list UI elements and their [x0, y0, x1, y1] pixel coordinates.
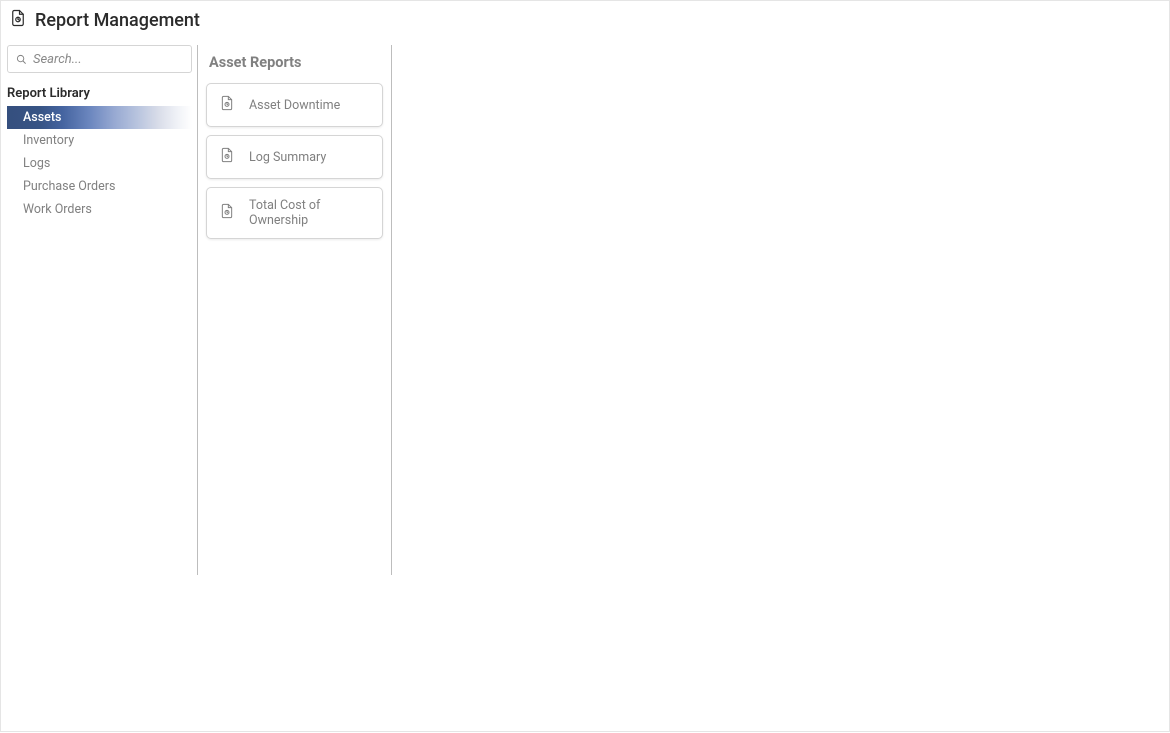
- search-box[interactable]: [7, 45, 192, 73]
- sidebar-section-label: Report Library: [7, 81, 192, 106]
- report-doc-icon: [219, 94, 235, 116]
- search-icon: [16, 50, 27, 69]
- report-card-asset-downtime[interactable]: Asset Downtime: [206, 83, 383, 127]
- search-input[interactable]: [33, 52, 183, 67]
- sidebar-item-assets[interactable]: Assets: [7, 106, 192, 129]
- main-detail-area: [392, 45, 1169, 733]
- page-title: Report Management: [35, 10, 200, 31]
- search-container: [7, 45, 192, 81]
- sidebar-item-purchase-orders[interactable]: Purchase Orders: [7, 175, 192, 198]
- content-area: Report Library Assets Inventory Logs Pur…: [1, 39, 1169, 733]
- report-card-label: Asset Downtime: [249, 98, 340, 113]
- report-card-label: Total Cost of Ownership: [249, 198, 370, 228]
- report-card-log-summary[interactable]: Log Summary: [206, 135, 383, 179]
- report-card-total-cost-ownership[interactable]: Total Cost of Ownership: [206, 187, 383, 239]
- sidebar-item-inventory[interactable]: Inventory: [7, 129, 192, 152]
- sidebar-item-logs[interactable]: Logs: [7, 152, 192, 175]
- sidebar: Report Library Assets Inventory Logs Pur…: [7, 45, 197, 733]
- reports-panel-title: Asset Reports: [206, 45, 383, 83]
- sidebar-nav-list: Assets Inventory Logs Purchase Orders Wo…: [7, 106, 192, 221]
- report-doc-icon: [219, 146, 235, 168]
- report-file-icon: [9, 9, 27, 31]
- page-header: Report Management: [1, 1, 1169, 39]
- sidebar-item-work-orders[interactable]: Work Orders: [7, 198, 192, 221]
- report-card-label: Log Summary: [249, 150, 326, 165]
- report-doc-icon: [219, 202, 235, 224]
- reports-panel: Asset Reports Asset Downtime: [197, 45, 392, 575]
